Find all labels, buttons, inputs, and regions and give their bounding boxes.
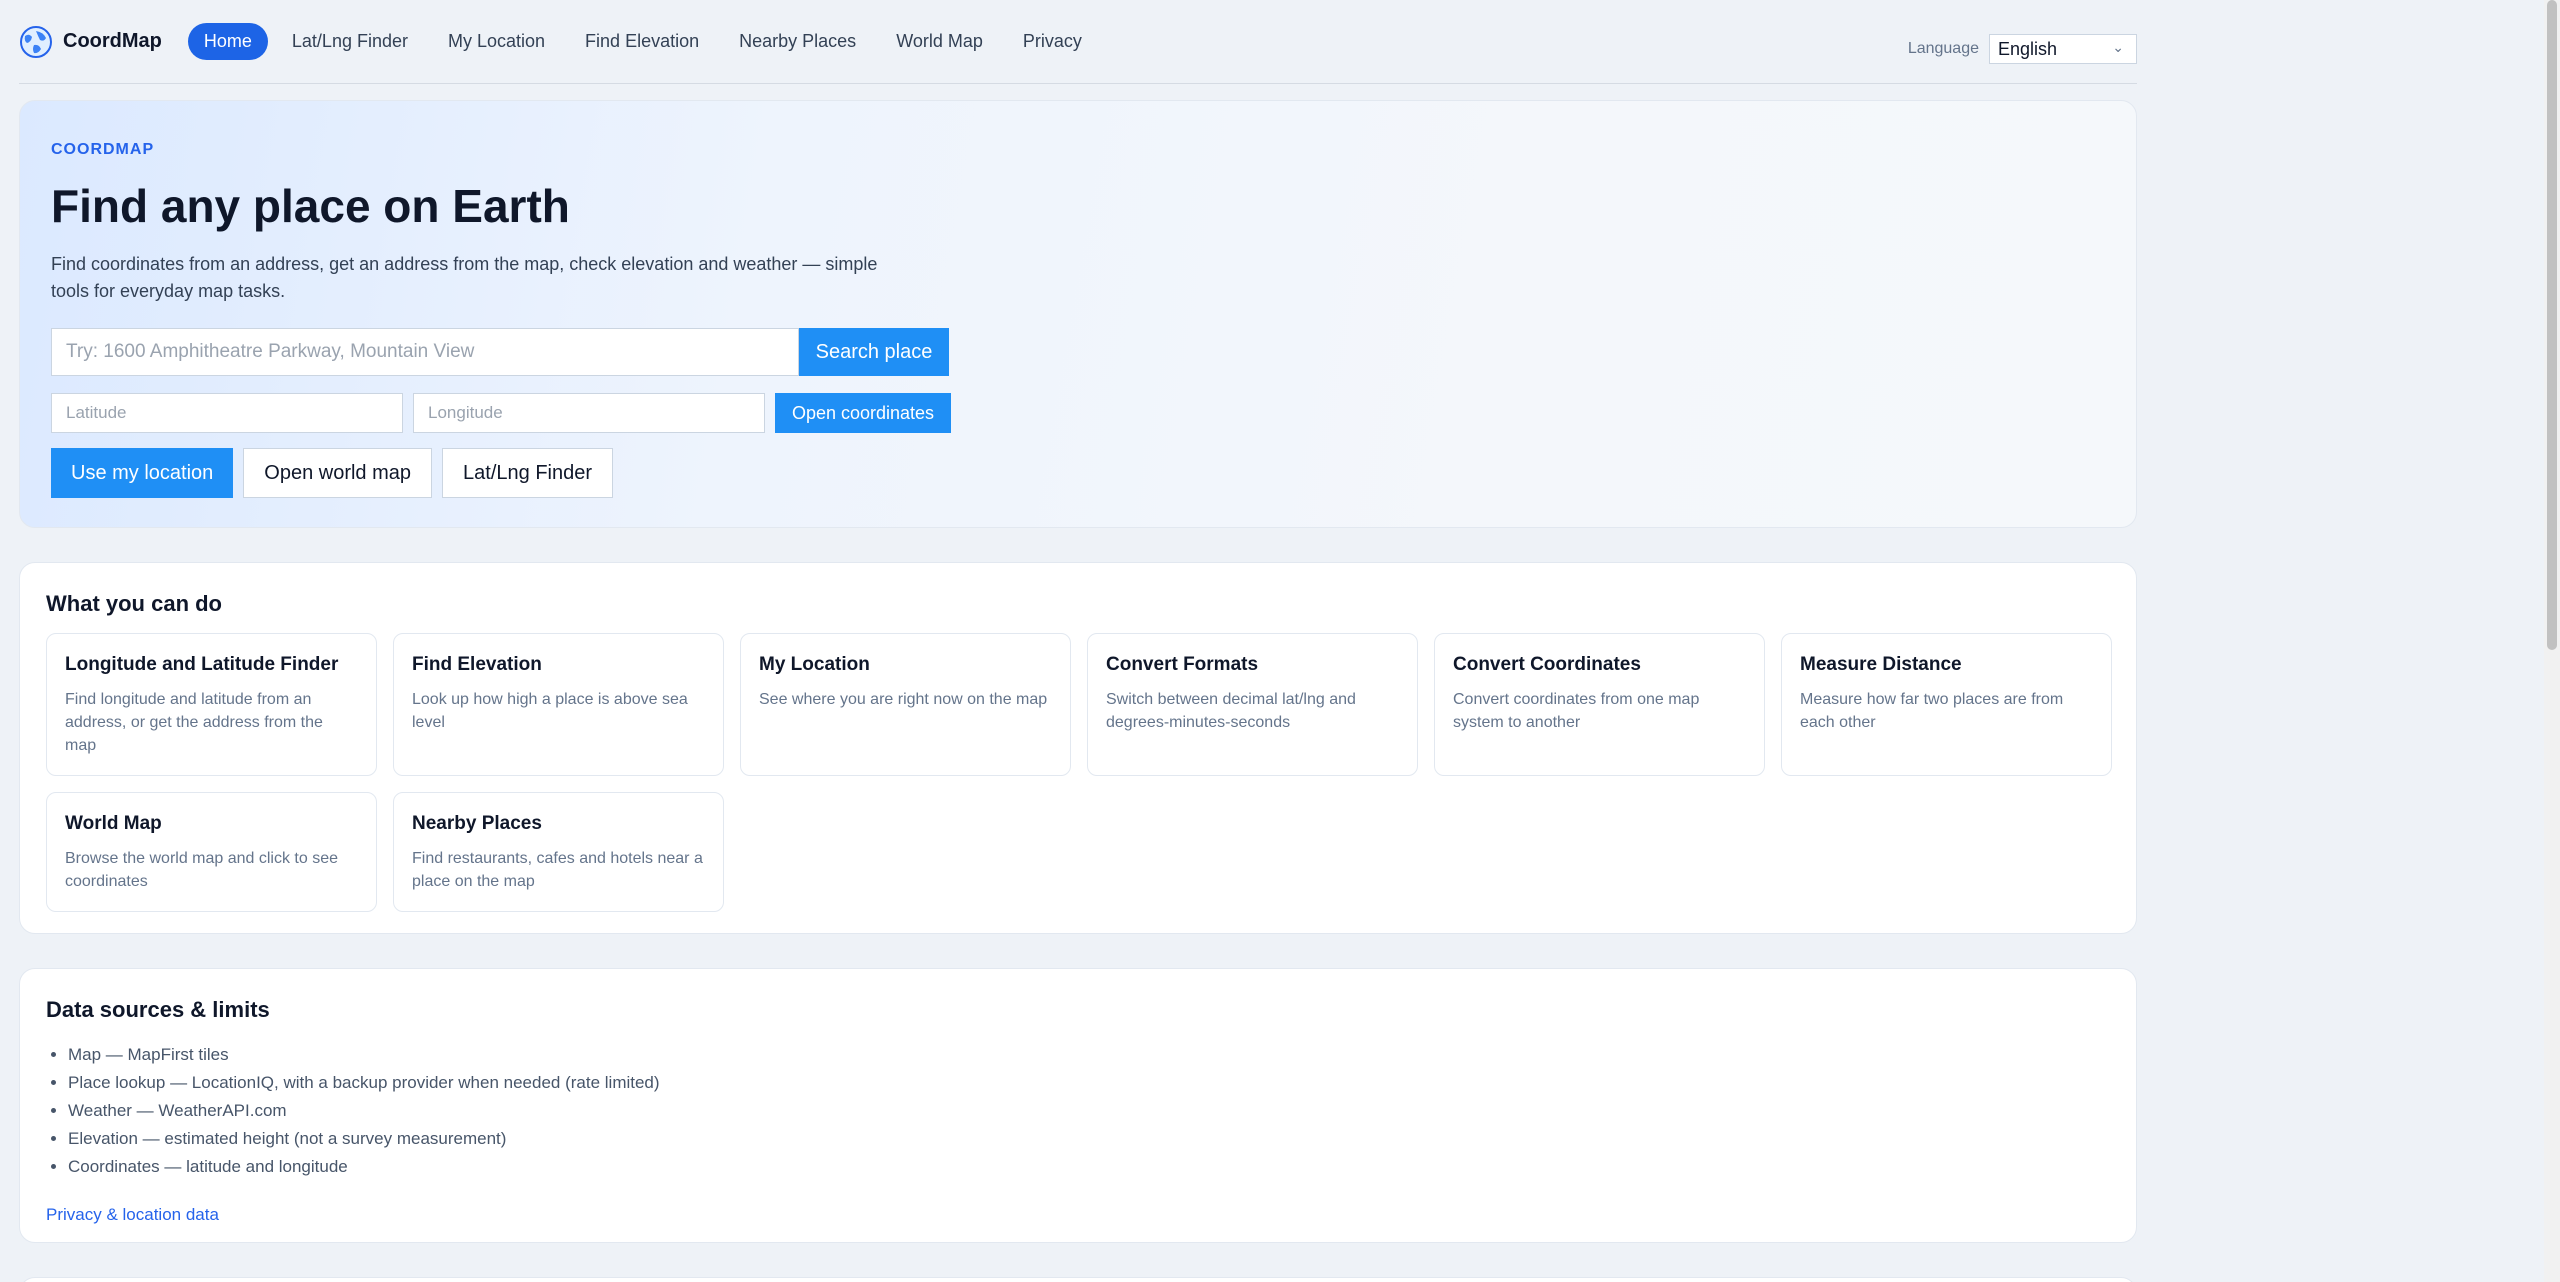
coordinate-row: Open coordinates [51, 393, 951, 433]
globe-icon [20, 25, 52, 58]
feature-title: Find Elevation [412, 654, 542, 675]
feature-card-latlng-finder[interactable]: Longitude and Latitude Finder Find longi… [46, 633, 377, 776]
hero-description: Find coordinates from an address, get an… [51, 254, 878, 301]
top-nav: CoordMap Home Lat/Lng Finder My Location… [19, 0, 2137, 84]
hero-eyebrow: COORDMAP [51, 141, 155, 158]
feature-desc: See where you are right now on the map [759, 691, 1048, 708]
feature-card-world-map[interactable]: World Map Browse the world map and click… [46, 792, 377, 912]
nav-world-map[interactable]: World Map [880, 23, 999, 60]
feature-title: Convert Formats [1106, 654, 1259, 675]
list-item: Elevation — estimated height (not a surv… [68, 1125, 660, 1153]
feature-desc: Measure how far two places are from each… [1800, 691, 2064, 731]
nav-links: Home Lat/Lng Finder My Location Find Ele… [187, 23, 1098, 60]
brand-name: CoordMap [63, 30, 162, 52]
open-coordinates-button[interactable]: Open coordinates [775, 393, 951, 433]
features-title: What you can do [46, 591, 222, 616]
place-search-input[interactable] [51, 328, 799, 376]
sources-title: Data sources & limits [46, 997, 270, 1022]
features-section: What you can do Longitude and Latitude F… [19, 562, 2137, 934]
use-my-location-button[interactable]: Use my location [51, 448, 234, 498]
feature-title: Convert Coordinates [1453, 654, 1641, 675]
feature-desc: Convert coordinates from one map system … [1453, 691, 1700, 731]
feature-desc: Look up how high a place is above sea le… [412, 691, 688, 731]
feature-card-convert-formats[interactable]: Convert Formats Switch between decimal l… [1087, 633, 1418, 776]
language-picker: Language English ⌄ [1908, 34, 2137, 64]
list-item: Place lookup — LocationIQ, with a backup… [68, 1069, 660, 1097]
feature-desc: Find longitude and latitude from an addr… [65, 691, 323, 754]
page: CoordMap Home Lat/Lng Finder My Location… [19, 0, 2137, 1282]
latlng-finder-button[interactable]: Lat/Lng Finder [442, 448, 614, 498]
feature-desc: Find restaurants, cafes and hotels near … [412, 850, 703, 890]
language-select[interactable]: English ⌄ [1989, 34, 2137, 64]
nav-home[interactable]: Home [187, 23, 268, 60]
search-row: Search place [51, 328, 949, 376]
features-grid: Longitude and Latitude Finder Find longi… [46, 633, 2112, 912]
list-item: Weather — WeatherAPI.com [68, 1097, 660, 1125]
nav-latlng-finder[interactable]: Lat/Lng Finder [276, 23, 424, 60]
feature-card-find-elevation[interactable]: Find Elevation Look up how high a place … [393, 633, 724, 776]
privacy-link[interactable]: Privacy & location data [46, 1205, 219, 1225]
language-value: English [1998, 39, 2058, 59]
open-world-map-button[interactable]: Open world map [243, 448, 433, 498]
language-label: Language [1907, 40, 1979, 57]
feature-title: My Location [759, 654, 870, 675]
feature-card-measure-distance[interactable]: Measure Distance Measure how far two pla… [1781, 633, 2112, 776]
feature-desc: Switch between decimal lat/lng and degre… [1106, 691, 1356, 731]
search-place-button[interactable]: Search place [799, 328, 949, 376]
latitude-input[interactable] [51, 393, 403, 433]
nav-privacy[interactable]: Privacy [1007, 23, 1098, 60]
page-title: Find any place on Earth [51, 180, 570, 232]
nav-my-location[interactable]: My Location [432, 23, 561, 60]
action-row: Use my location Open world map Lat/Lng F… [51, 448, 614, 498]
next-section [19, 1277, 2137, 1282]
feature-card-nearby-places[interactable]: Nearby Places Find restaurants, cafes an… [393, 792, 724, 912]
nav-nearby-places[interactable]: Nearby Places [723, 23, 872, 60]
hero-section: COORDMAP Find any place on Earth Find co… [19, 100, 2137, 528]
scrollbar-thumb[interactable] [2547, 0, 2557, 650]
feature-card-convert-coordinates[interactable]: Convert Coordinates Convert coordinates … [1434, 633, 1765, 776]
nav-find-elevation[interactable]: Find Elevation [569, 23, 715, 60]
data-sources-section: Data sources & limits Map — MapFirst til… [19, 968, 2137, 1243]
chevron-down-icon: ⌄ [2112, 39, 2124, 55]
feature-desc: Browse the world map and click to see co… [65, 850, 339, 890]
longitude-input[interactable] [413, 393, 765, 433]
page-scrollbar[interactable] [2544, 0, 2560, 1282]
feature-title: Nearby Places [412, 813, 542, 834]
brand[interactable]: CoordMap [19, 25, 162, 59]
feature-card-my-location[interactable]: My Location See where you are right now … [740, 633, 1071, 776]
feature-title: Longitude and Latitude Finder [65, 654, 339, 675]
list-item: Coordinates — latitude and longitude [68, 1153, 660, 1181]
feature-title: Measure Distance [1800, 654, 1962, 675]
list-item: Map — MapFirst tiles [68, 1041, 660, 1069]
sources-list: Map — MapFirst tiles Place lookup — Loca… [68, 1041, 660, 1181]
feature-title: World Map [65, 813, 162, 834]
